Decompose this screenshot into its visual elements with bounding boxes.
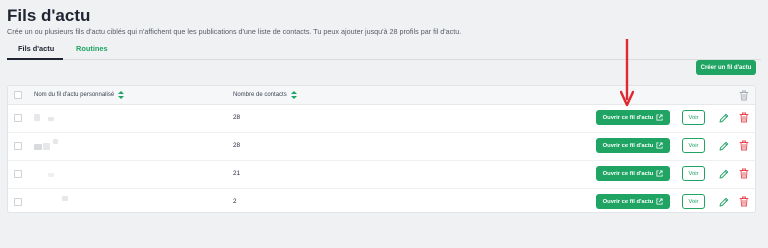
view-button[interactable]: Voir bbox=[682, 110, 705, 125]
contact-count: 28 bbox=[233, 142, 241, 149]
contact-count: 21 bbox=[233, 170, 241, 177]
table-row: 2 Ouvrir ce fil d'actu Voir bbox=[8, 188, 755, 216]
open-feed-label: Ouvrir ce fil d'actu bbox=[602, 170, 654, 177]
open-feed-button[interactable]: Ouvrir ce fil d'actu bbox=[596, 166, 670, 181]
column-header-contacts[interactable]: Nombre de contacts bbox=[233, 91, 297, 99]
table-row: 28 Ouvrir ce fil d'actu Voir bbox=[8, 132, 755, 161]
tab-routines[interactable]: Routines bbox=[76, 44, 108, 53]
trash-icon[interactable] bbox=[739, 196, 749, 207]
table-row: 28 Ouvrir ce fil d'actu Voir bbox=[8, 104, 755, 133]
tab-bar: Fils d'actu Routines bbox=[7, 41, 761, 61]
tab-divider bbox=[7, 59, 761, 60]
contact-count: 2 bbox=[233, 198, 237, 205]
open-feed-label: Ouvrir ce fil d'actu bbox=[602, 142, 654, 149]
open-feed-label: Ouvrir ce fil d'actu bbox=[602, 114, 654, 121]
sort-icon[interactable] bbox=[290, 91, 297, 99]
select-all-checkbox[interactable] bbox=[14, 91, 22, 99]
page-title: Fils d'actu bbox=[7, 6, 91, 25]
view-button[interactable]: Voir bbox=[682, 138, 705, 153]
pencil-icon[interactable] bbox=[719, 197, 729, 207]
red-arrow-annotation bbox=[620, 39, 634, 107]
active-tab-indicator bbox=[7, 58, 63, 60]
view-button[interactable]: Voir bbox=[682, 166, 705, 181]
pencil-icon[interactable] bbox=[719, 113, 729, 123]
column-contacts-label: Nombre de contacts bbox=[233, 92, 287, 98]
sort-icon[interactable] bbox=[118, 91, 125, 99]
create-feed-button[interactable]: Créer un fil d'actu bbox=[696, 60, 756, 75]
contact-count: 28 bbox=[233, 114, 241, 121]
open-feed-button[interactable]: Ouvrir ce fil d'actu bbox=[596, 194, 670, 209]
row-checkbox[interactable] bbox=[14, 170, 22, 178]
row-checkbox[interactable] bbox=[14, 114, 22, 122]
blurred-feed-name bbox=[34, 170, 64, 178]
table-header: Nom du fil d'actu personnalisé Nombre de… bbox=[8, 86, 755, 105]
trash-icon[interactable] bbox=[739, 140, 749, 151]
open-feed-label: Ouvrir ce fil d'actu bbox=[602, 198, 654, 205]
external-link-icon bbox=[656, 198, 663, 205]
blurred-feed-name bbox=[34, 114, 64, 122]
external-link-icon bbox=[656, 170, 663, 177]
pencil-icon[interactable] bbox=[719, 141, 729, 151]
feeds-table: Nom du fil d'actu personnalisé Nombre de… bbox=[7, 85, 756, 213]
pencil-icon[interactable] bbox=[719, 169, 729, 179]
tab-fils-d-actu[interactable]: Fils d'actu bbox=[18, 44, 54, 53]
column-header-name[interactable]: Nom du fil d'actu personnalisé bbox=[34, 91, 125, 99]
external-link-icon bbox=[656, 142, 663, 149]
column-name-label: Nom du fil d'actu personnalisé bbox=[34, 92, 115, 98]
row-checkbox[interactable] bbox=[14, 142, 22, 150]
view-button[interactable]: Voir bbox=[682, 194, 705, 209]
blurred-feed-name bbox=[34, 196, 68, 206]
open-feed-button[interactable]: Ouvrir ce fil d'actu bbox=[596, 110, 670, 125]
table-row: 21 Ouvrir ce fil d'actu Voir bbox=[8, 160, 755, 189]
open-feed-button[interactable]: Ouvrir ce fil d'actu bbox=[596, 138, 670, 153]
page-subtitle: Crée un ou plusieurs fils d'actu ciblés … bbox=[7, 27, 462, 36]
trash-icon[interactable] bbox=[739, 168, 749, 179]
blurred-feed-name bbox=[34, 139, 64, 150]
trash-icon[interactable] bbox=[739, 112, 749, 123]
external-link-icon bbox=[656, 114, 663, 121]
bulk-delete-trash-icon[interactable] bbox=[739, 90, 749, 101]
row-checkbox[interactable] bbox=[14, 198, 22, 206]
